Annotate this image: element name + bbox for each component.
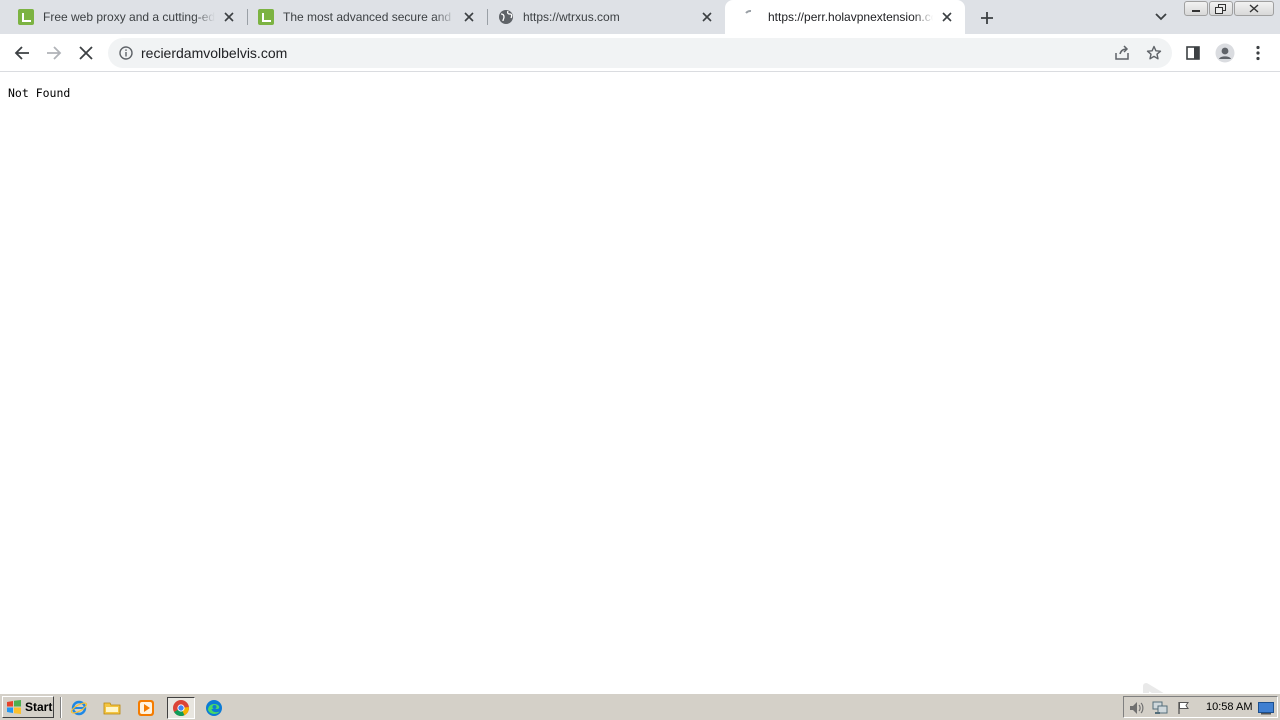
close-window-button[interactable] (1234, 1, 1274, 16)
forward-button[interactable] (42, 41, 66, 65)
not-found-message: Not Found (8, 86, 71, 100)
taskbar-separator (60, 697, 62, 718)
back-button[interactable] (10, 41, 34, 65)
taskbar-clock[interactable]: 10:58 AM (1206, 701, 1252, 713)
tab-title: Free web proxy and a cutting-edge online… (43, 10, 215, 24)
close-icon[interactable] (221, 9, 237, 25)
address-url[interactable]: recierdamvolbelvis.com (141, 45, 287, 61)
avatar-icon (1215, 43, 1235, 63)
restore-button[interactable] (1209, 1, 1233, 16)
minimize-icon (1192, 9, 1200, 12)
close-icon[interactable] (461, 9, 477, 25)
arrow-right-icon (47, 46, 62, 60)
file-explorer-button[interactable] (101, 697, 123, 719)
menu-button[interactable] (1246, 41, 1270, 65)
share-button[interactable] (1113, 44, 1131, 62)
edge-icon (206, 700, 222, 716)
network-icon[interactable] (1152, 700, 1168, 716)
page-content: Not Found ANY RUN (0, 73, 1280, 720)
chrome-button[interactable] (167, 697, 195, 719)
taskbar: Start 10:58 AM (0, 693, 1280, 720)
green-check-icon (18, 9, 34, 25)
plus-icon (981, 12, 993, 24)
chevron-down-icon (1155, 13, 1167, 21)
tab-holavpnextension[interactable]: https://perr.holavpnextension.com (725, 0, 965, 34)
speaker-icon[interactable] (1128, 700, 1144, 716)
green-check-icon (258, 9, 274, 25)
folder-icon (103, 702, 121, 715)
close-icon (1249, 4, 1259, 13)
browser-toolbar: recierdamvolbelvis.com (0, 34, 1280, 72)
minimize-button[interactable] (1184, 1, 1208, 16)
info-icon[interactable] (118, 45, 134, 61)
close-icon (79, 46, 93, 60)
kebab-menu-icon (1256, 45, 1260, 61)
globe-icon (498, 9, 514, 25)
start-label: Start (25, 700, 53, 714)
share-icon (1115, 45, 1129, 60)
star-icon (1146, 45, 1162, 60)
tab-most-advanced-proxy[interactable]: The most advanced secure and free web pr… (240, 0, 487, 34)
side-panel-icon (1186, 46, 1200, 60)
side-panel-button[interactable] (1181, 41, 1205, 65)
tab-title: https://perr.holavpnextension.com (768, 10, 933, 24)
address-bar[interactable]: recierdamvolbelvis.com (108, 38, 1172, 68)
tab-wtrxus[interactable]: https://wtrxus.com (480, 0, 725, 34)
window-controls (1183, 1, 1274, 17)
internet-explorer-icon (70, 700, 88, 716)
profile-button[interactable] (1213, 41, 1237, 65)
system-tray: 10:58 AM (1123, 696, 1278, 718)
tab-title: https://wtrxus.com (523, 10, 620, 24)
tab-strip: Free web proxy and a cutting-edge online… (0, 0, 1280, 34)
media-player-icon (138, 700, 154, 716)
close-icon[interactable] (699, 9, 715, 25)
start-button[interactable]: Start (2, 696, 54, 718)
flag-icon[interactable] (1176, 700, 1192, 716)
bookmark-button[interactable] (1145, 44, 1163, 62)
edge-button[interactable] (203, 697, 225, 719)
new-tab-button[interactable] (977, 8, 997, 28)
close-icon[interactable] (939, 9, 955, 25)
tab-title: The most advanced secure and free web pr… (283, 10, 455, 24)
tab-search-button[interactable] (1152, 9, 1170, 25)
restore-icon (1215, 3, 1226, 14)
tab-free-web-proxy[interactable]: Free web proxy and a cutting-edge online… (0, 0, 247, 34)
chrome-icon (173, 700, 189, 716)
loading-icon (743, 9, 759, 25)
media-player-button[interactable] (135, 697, 157, 719)
stop-loading-button[interactable] (74, 41, 98, 65)
arrow-left-icon (14, 46, 29, 60)
show-desktop-icon[interactable] (1258, 700, 1274, 716)
internet-explorer-button[interactable] (68, 697, 90, 719)
windows-logo-icon (7, 700, 21, 714)
